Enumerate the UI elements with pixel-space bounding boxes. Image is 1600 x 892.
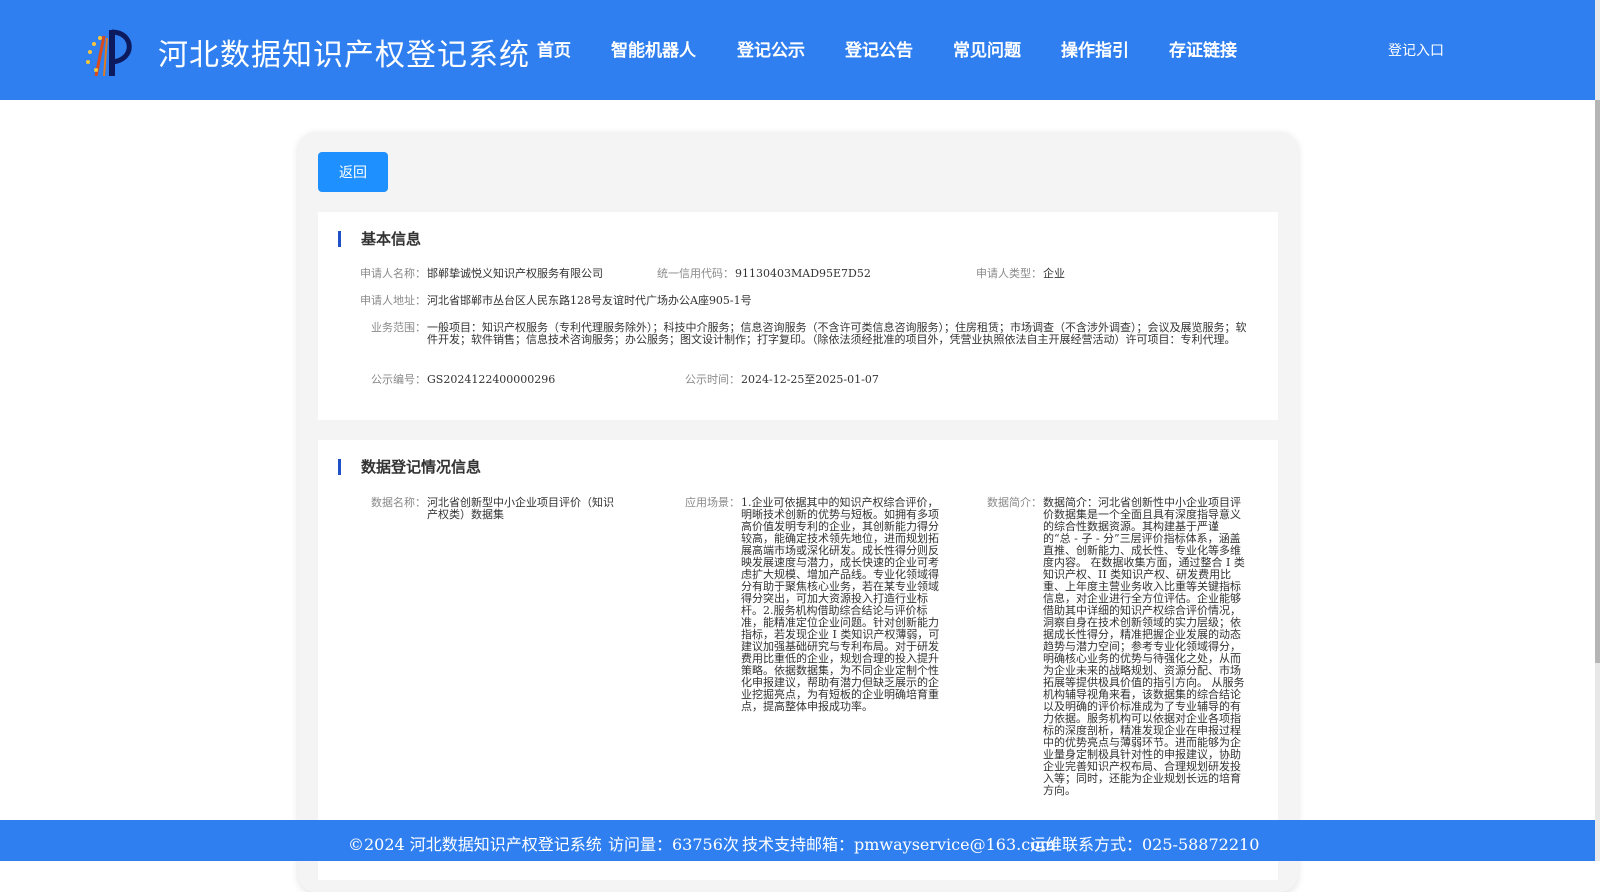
pub-no-value: GS2024122400000296: [427, 373, 556, 386]
back-button[interactable]: 返回: [318, 152, 388, 192]
business-scope-label: 业务范围：: [371, 321, 426, 334]
business-scope-value: 一般项目：知识产权服务（专利代理服务除外）；科技中介服务；信息咨询服务（不含许可…: [427, 321, 1247, 346]
summary-value: 数据简介：河北省创新性中小企业项目评价数据集是一个全面且具有深度指导意义的综合性…: [1043, 496, 1245, 797]
page-scrollbar[interactable]: [1595, 0, 1600, 861]
nav-faq[interactable]: 常见问题: [953, 36, 1021, 61]
applicant-type-value: 企业: [1043, 267, 1065, 280]
pub-no-label: 公示编号：: [371, 373, 426, 386]
data-name-label: 数据名称：: [371, 496, 426, 509]
applicant-type-label: 申请人类型：: [976, 267, 1042, 280]
data-registration-title: 数据登记情况信息: [338, 459, 481, 475]
credit-code-label: 统一信用代码：: [657, 267, 734, 280]
basic-info-title: 基本信息: [338, 231, 421, 247]
basic-info-card: 基本信息 申请人名称： 邯郸挚诚悦义知识产权服务有限公司 统一信用代码： 911…: [318, 212, 1278, 420]
data-registration-card: 数据登记情况信息 数据名称： 河北省创新型中小企业项目评价（知识产权类）数据集 …: [318, 440, 1278, 880]
scrollbar-thumb[interactable]: [1595, 100, 1600, 663]
nav-robot[interactable]: 智能机器人: [611, 36, 696, 61]
footer-copyright: ©2024 河北数据知识产权登记系统: [348, 835, 602, 854]
applicant-name-label: 申请人名称：: [360, 267, 426, 280]
logo-icon: [86, 29, 132, 77]
summary-label: 数据简介：: [987, 496, 1042, 509]
nav-evidence-link[interactable]: 存证链接: [1169, 36, 1237, 61]
footer-email: 技术支持邮箱：pmwayservice@163.com: [742, 835, 1055, 854]
pub-time-label: 公示时间：: [685, 373, 740, 386]
top-header: 河北数据知识产权登记系统 首页 智能机器人 登记公示 登记公告 常见问题 操作指…: [0, 0, 1595, 100]
footer-visits: 访问量：63756次: [608, 835, 739, 854]
nav-announcement[interactable]: 登记公告: [845, 36, 913, 61]
credit-code-value: 91130403MAD95E7D52: [735, 267, 871, 280]
page-footer: ©2024 河北数据知识产权登记系统 访问量：63756次 技术支持邮箱：pmw…: [0, 820, 1595, 861]
scenario-label: 应用场景：: [685, 496, 740, 509]
data-name-value: 河北省创新型中小企业项目评价（知识产权类）数据集: [427, 496, 614, 521]
applicant-name-value: 邯郸挚诚悦义知识产权服务有限公司: [427, 267, 603, 280]
site-title: 河北数据知识产权登记系统: [158, 38, 530, 73]
nav-guide[interactable]: 操作指引: [1061, 36, 1129, 61]
address-label: 申请人地址：: [360, 294, 426, 307]
scenario-value: 1.企业可依据其中的知识产权综合评价，明晰技术创新的优势与短板。如拥有多项高价值…: [741, 496, 940, 713]
nav-home[interactable]: 首页: [537, 36, 571, 61]
nav-publicity[interactable]: 登记公示: [737, 36, 805, 61]
login-link[interactable]: 登记入口: [1388, 40, 1444, 60]
footer-phone: 运维联系方式：025-58872210: [1030, 835, 1260, 854]
address-value: 河北省邯郸市丛台区人民东路128号友谊时代广场办公A座905-1号: [427, 294, 752, 307]
pub-time-value: 2024-12-25至2025-01-07: [741, 373, 879, 386]
